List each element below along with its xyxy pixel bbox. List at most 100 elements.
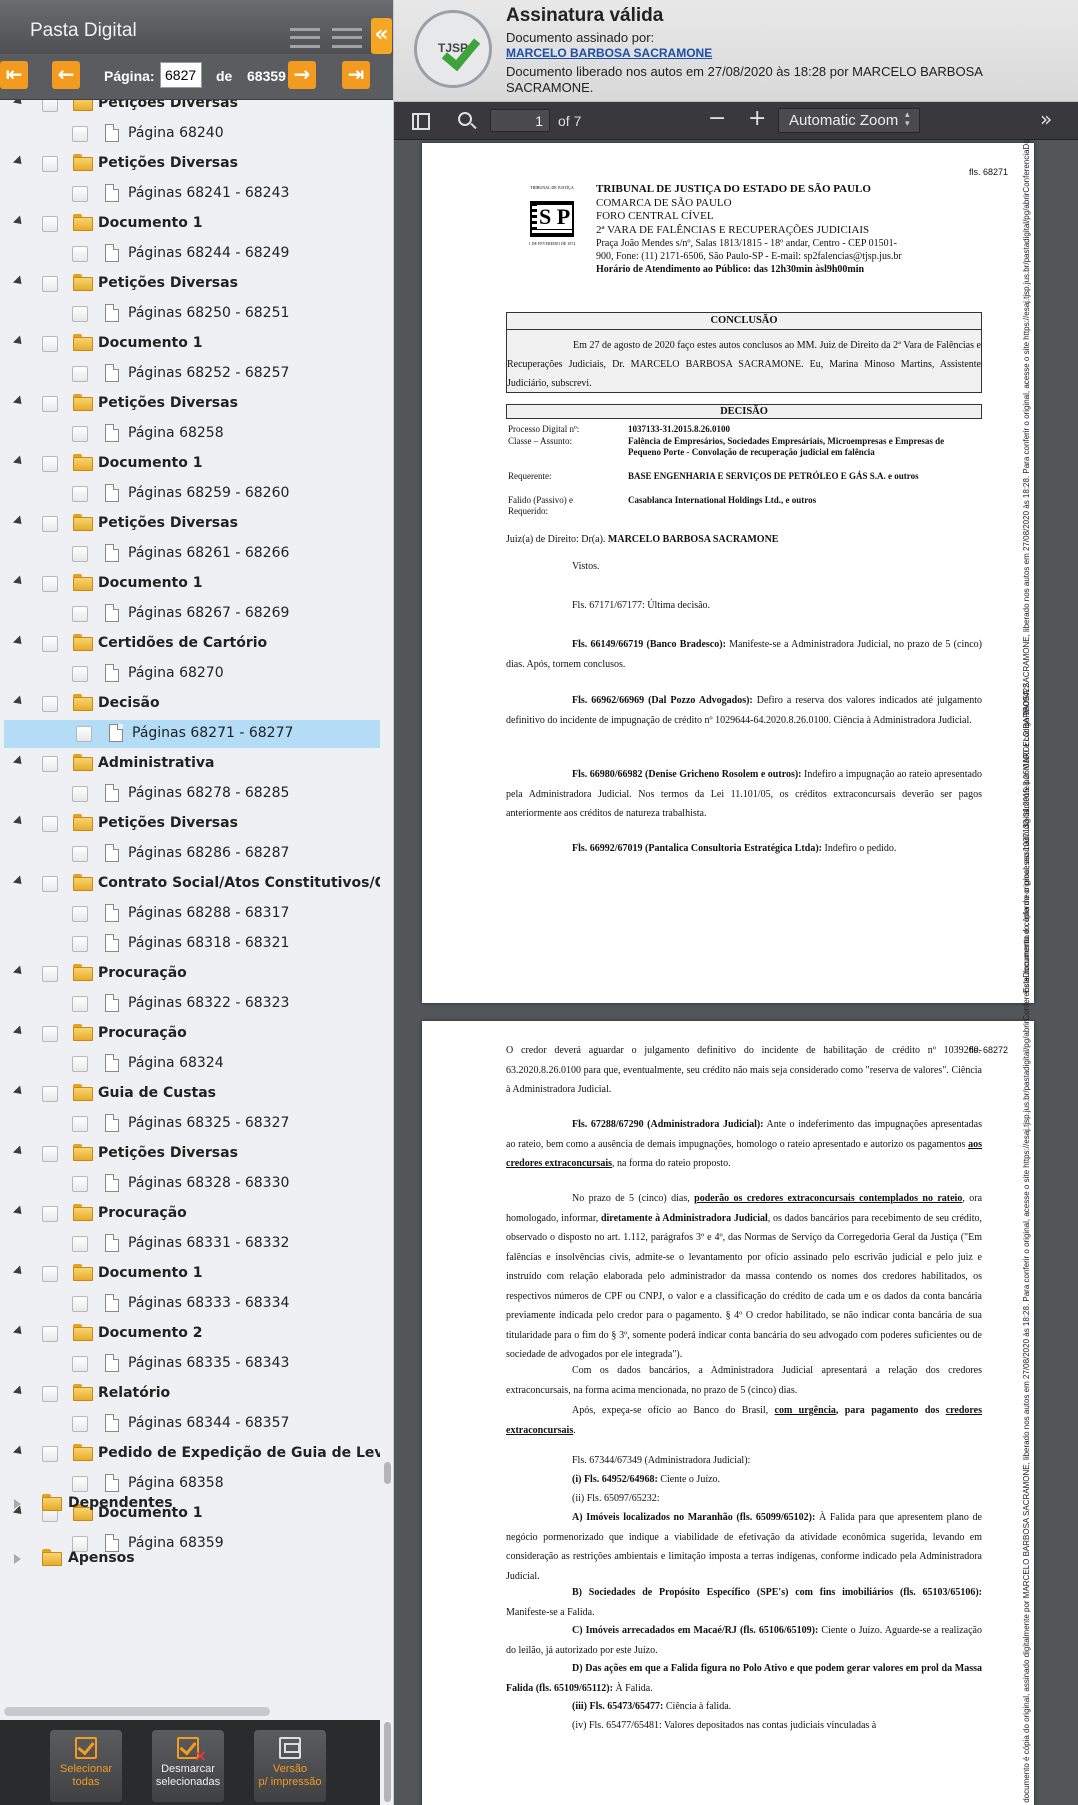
row-checkbox[interactable] (72, 906, 88, 922)
tree-page-row[interactable]: Páginas 68244 - 68249 (0, 240, 380, 268)
expand-triangle-icon[interactable] (12, 965, 26, 978)
print-version-button[interactable]: Versão p/ impressão (254, 1730, 326, 1802)
row-checkbox[interactable] (72, 606, 88, 622)
expand-triangle-icon[interactable] (12, 100, 26, 108)
expand-triangle-icon[interactable] (12, 1325, 26, 1338)
row-checkbox[interactable] (72, 1236, 88, 1252)
row-checkbox[interactable] (72, 306, 88, 322)
expand-triangle-icon[interactable] (12, 455, 26, 468)
tree-folder-row[interactable]: Petições Diversas (0, 810, 380, 838)
row-checkbox[interactable] (42, 516, 58, 532)
collapse-panel-button[interactable]: « (371, 18, 392, 54)
next-page-button[interactable]: → (288, 61, 316, 89)
tree-page-row[interactable]: Páginas 68271 - 68277 (4, 720, 380, 748)
tree-page-row[interactable]: Páginas 68259 - 68260 (0, 480, 380, 508)
zoom-select[interactable]: Automatic Zoom (778, 108, 920, 133)
row-checkbox[interactable] (42, 1326, 58, 1342)
row-checkbox[interactable] (42, 1146, 58, 1162)
expand-triangle-icon[interactable] (12, 575, 26, 588)
row-checkbox[interactable] (42, 1266, 58, 1282)
tree-root-dependentes[interactable]: Dependentes (0, 1490, 380, 1518)
tree-folder-row[interactable]: Procuração (0, 960, 380, 988)
expand-triangle-icon[interactable] (12, 695, 26, 708)
row-checkbox[interactable] (72, 1176, 88, 1192)
tree-root-apensos[interactable]: Apensos (0, 1545, 380, 1573)
row-checkbox[interactable] (42, 966, 58, 982)
row-checkbox[interactable] (76, 726, 92, 742)
tree-page-row[interactable]: Página 68324 (0, 1050, 380, 1078)
row-checkbox[interactable] (42, 1386, 58, 1402)
row-checkbox[interactable] (72, 1356, 88, 1372)
tree-page-row[interactable]: Páginas 68333 - 68334 (0, 1290, 380, 1318)
search-icon[interactable] (458, 112, 472, 126)
zoom-out-icon[interactable]: − (708, 106, 726, 131)
tree-page-row[interactable]: Páginas 68344 - 68357 (0, 1410, 380, 1438)
expand-triangle-icon[interactable] (12, 1265, 26, 1278)
tree-folder-row[interactable]: Documento 1 (0, 1260, 380, 1288)
tree-page-row[interactable]: Páginas 68325 - 68327 (0, 1110, 380, 1138)
expand-triangle-icon[interactable] (12, 1085, 26, 1098)
vertical-scrollbar-lower[interactable] (384, 1722, 391, 1802)
tree-folder-row[interactable]: Documento 1 (0, 330, 380, 358)
row-checkbox[interactable] (42, 696, 58, 712)
select-all-button[interactable]: Selecionar todas (50, 1730, 122, 1802)
row-checkbox[interactable] (42, 336, 58, 352)
row-checkbox[interactable] (42, 756, 58, 772)
expand-triangle-icon[interactable] (12, 275, 26, 288)
expand-triangle-icon[interactable] (12, 1205, 26, 1218)
horizontal-scrollbar[interactable] (4, 1707, 270, 1716)
tree-page-row[interactable]: Páginas 68278 - 68285 (0, 780, 380, 808)
zoom-in-icon[interactable]: + (748, 106, 766, 131)
tree-folder-row[interactable]: Guia de Custas (0, 1080, 380, 1108)
row-checkbox[interactable] (42, 1026, 58, 1042)
tree-page-row[interactable]: Página 68258 (0, 420, 380, 448)
tree-folder-row[interactable]: Contrato Social/Atos Constitutivos/Cart (0, 870, 380, 898)
expand-triangle-icon[interactable] (12, 875, 26, 888)
tree-folder-row[interactable]: Decisão (0, 690, 380, 718)
row-checkbox[interactable] (72, 546, 88, 562)
row-checkbox[interactable] (72, 846, 88, 862)
row-checkbox[interactable] (72, 1116, 88, 1132)
sidebar-toggle-icon[interactable] (412, 113, 430, 130)
tree-folder-row[interactable]: Procuração (0, 1020, 380, 1048)
expand-triangle-icon[interactable] (12, 1025, 26, 1038)
tree-folder-row[interactable]: Documento 1 (0, 450, 380, 478)
row-checkbox[interactable] (72, 126, 88, 142)
expand-triangle-icon[interactable] (12, 335, 26, 348)
row-checkbox[interactable] (42, 1206, 58, 1222)
row-checkbox[interactable] (42, 636, 58, 652)
row-checkbox[interactable] (42, 396, 58, 412)
row-checkbox[interactable] (72, 426, 88, 442)
tree-page-row[interactable]: Páginas 68250 - 68251 (0, 300, 380, 328)
tree-folder-row[interactable]: Administrativa (0, 750, 380, 778)
last-page-button[interactable]: ⇥ (342, 61, 370, 89)
tree-folder-row[interactable]: Pedido de Expedição de Guia de Levanta (0, 1440, 380, 1468)
tree-folder-row[interactable]: Relatório (0, 1380, 380, 1408)
expand-triangle-icon[interactable] (14, 1499, 21, 1509)
deselect-button[interactable]: Desmarcarselecionadas (152, 1730, 224, 1802)
signer-link[interactable]: MARCELO BARBOSA SACRAMONE (506, 46, 712, 60)
tree-page-row[interactable]: Páginas 68286 - 68287 (0, 840, 380, 868)
expand-triangle-icon[interactable] (12, 515, 26, 528)
tree-folder-row[interactable]: Procuração (0, 1200, 380, 1228)
tree-folder-row[interactable]: Certidões de Cartório (0, 630, 380, 658)
row-checkbox[interactable] (42, 456, 58, 472)
list-view-icon[interactable] (290, 28, 320, 48)
row-checkbox[interactable] (72, 486, 88, 502)
tree-folder-row[interactable]: Petições Diversas (0, 390, 380, 418)
row-checkbox[interactable] (42, 1446, 58, 1462)
expand-triangle-icon[interactable] (12, 815, 26, 828)
tree-page-row[interactable]: Páginas 68261 - 68266 (0, 540, 380, 568)
row-checkbox[interactable] (42, 876, 58, 892)
row-checkbox[interactable] (42, 216, 58, 232)
page-input[interactable] (160, 62, 202, 88)
tree-page-row[interactable]: Páginas 68328 - 68330 (0, 1170, 380, 1198)
prev-page-button[interactable]: ← (52, 61, 80, 89)
row-checkbox[interactable] (72, 366, 88, 382)
tree-page-row[interactable]: Páginas 68331 - 68332 (0, 1230, 380, 1258)
row-checkbox[interactable] (42, 156, 58, 172)
expand-triangle-icon[interactable] (12, 215, 26, 228)
tree-page-row[interactable]: Páginas 68288 - 68317 (0, 900, 380, 928)
tree-page-row[interactable]: Páginas 68322 - 68323 (0, 990, 380, 1018)
pdf-page-input[interactable] (490, 109, 550, 132)
